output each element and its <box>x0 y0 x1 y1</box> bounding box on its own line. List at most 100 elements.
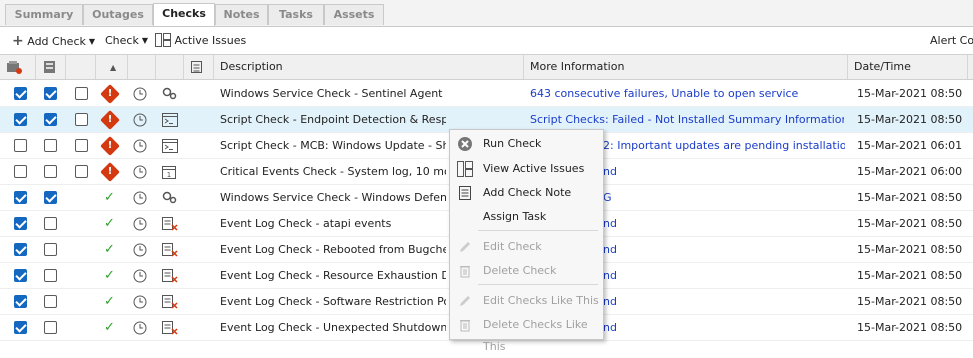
col-description[interactable]: Description <box>214 55 524 79</box>
menu-edit-checks-like-this[interactable]: Edit Checks Like This <box>450 290 603 312</box>
more-information-link[interactable]: nd <box>603 237 845 263</box>
svg-text:1: 1 <box>167 171 171 179</box>
tab-bar: Summary Outages Checks Notes Tasks Asset… <box>0 0 973 27</box>
alert-email-checkbox[interactable] <box>14 87 27 100</box>
trash-icon <box>460 320 470 332</box>
pencil-icon <box>460 296 470 306</box>
check-datetime: 15-Mar-2021 06:00 <box>857 165 963 178</box>
alert-device-checkbox[interactable] <box>44 295 57 308</box>
menu-separator <box>478 284 598 285</box>
menu-add-check-note[interactable]: Add Check Note <box>450 182 603 204</box>
check-description: Windows Service Check - Sentinel Agent <box>220 87 443 100</box>
col-alert-sms[interactable] <box>36 55 66 79</box>
menu-run-check[interactable]: Run Check <box>450 133 603 155</box>
flag-checkbox[interactable] <box>75 165 88 178</box>
alert-email-checkbox[interactable] <box>14 139 27 152</box>
check-datetime: 15-Mar-2021 08:50 <box>857 321 963 334</box>
menu-label: Edit Check <box>483 240 542 253</box>
alert-device-checkbox[interactable] <box>44 243 57 256</box>
alert-email-checkbox[interactable] <box>14 217 27 230</box>
alert-email-checkbox[interactable] <box>14 243 27 256</box>
tab-outages[interactable]: Outages <box>83 4 153 25</box>
table-header: ▲ Description More Information Date/Time <box>0 54 973 80</box>
alert-device-checkbox[interactable] <box>44 321 57 334</box>
more-information-link[interactable]: 643 consecutive failures, Unable to open… <box>530 81 844 107</box>
alert-email-checkbox[interactable] <box>14 113 27 126</box>
alert-device-checkbox[interactable] <box>44 191 57 204</box>
flag-checkbox[interactable] <box>75 87 88 100</box>
active-issues-button[interactable]: Active Issues <box>155 33 246 49</box>
script-console-icon <box>162 113 178 130</box>
add-check-button[interactable]: + Add Check ▼ <box>12 33 95 49</box>
tab-checks[interactable]: Checks <box>153 3 215 26</box>
menu-label: Run Check <box>483 137 542 150</box>
check-description: Event Log Check - Unexpected Shutdown <box>220 321 446 334</box>
add-check-label: Add Check <box>27 35 86 48</box>
menu-delete-checks-like-this[interactable]: Delete Checks Like This <box>450 314 603 353</box>
menu-label: Edit Checks Like This <box>483 294 599 307</box>
check-description: Event Log Check - atapi events <box>220 217 392 230</box>
col-flag[interactable] <box>66 55 96 79</box>
menu-edit-check[interactable]: Edit Check <box>450 236 603 258</box>
failure-warning-icon: ! <box>100 110 120 130</box>
schedule-clock-icon <box>133 191 147 208</box>
run-check-icon <box>458 137 472 151</box>
alert-device-checkbox[interactable] <box>44 165 57 178</box>
alert-email-checkbox[interactable] <box>14 269 27 282</box>
check-description: Windows Service Check - Windows Defender… <box>220 191 446 204</box>
check-description: Critical Events Check - System log, 10 m… <box>220 165 446 178</box>
chevron-down-icon: ▼ <box>88 37 96 46</box>
tab-tasks[interactable]: Tasks <box>268 4 324 25</box>
col-status-sort[interactable]: ▲ <box>96 55 128 79</box>
alert-device-checkbox[interactable] <box>44 217 57 230</box>
more-information-link[interactable]: 2: Important updates are pending install… <box>603 133 845 159</box>
col-more-information[interactable]: More Information <box>524 55 848 79</box>
schedule-clock-icon <box>133 139 147 156</box>
alert-email-checkbox[interactable] <box>14 165 27 178</box>
alert-email-checkbox[interactable] <box>14 191 27 204</box>
service-gear-icon <box>162 87 178 104</box>
check-description: Event Log Check - Software Restriction P… <box>220 295 446 308</box>
schedule-clock-icon <box>133 217 147 234</box>
alert-column-button[interactable]: Alert Colu <box>930 33 973 49</box>
context-menu: Run Check View Active Issues Add Check N… <box>449 129 604 353</box>
check-menu-button[interactable]: Check ▼ <box>105 33 148 49</box>
col-schedule[interactable] <box>128 55 156 79</box>
table-row[interactable]: ! Windows Service Check - Sentinel Agent 6… <box>0 81 973 107</box>
more-information-link[interactable]: G <box>603 185 845 211</box>
tab-notes[interactable]: Notes <box>215 4 268 25</box>
eventlog-x-icon <box>162 321 178 338</box>
note-icon <box>459 186 471 200</box>
menu-assign-task[interactable]: Assign Task <box>450 206 603 228</box>
calendar-icon: 1 <box>162 165 176 182</box>
more-information-link[interactable]: nd <box>603 263 845 289</box>
menu-view-active-issues[interactable]: View Active Issues <box>450 158 603 180</box>
eventlog-x-icon <box>162 269 178 286</box>
menu-label: View Active Issues <box>483 162 585 175</box>
failure-warning-icon: ! <box>100 162 120 182</box>
alert-email-checkbox[interactable] <box>14 295 27 308</box>
more-information-link[interactable]: nd <box>603 315 845 341</box>
more-information-link[interactable]: nd <box>603 211 845 237</box>
flag-checkbox[interactable] <box>75 139 88 152</box>
check-datetime: 15-Mar-2021 08:50 <box>857 87 963 100</box>
alert-device-checkbox[interactable] <box>44 139 57 152</box>
flag-checkbox[interactable] <box>75 113 88 126</box>
alert-email-checkbox[interactable] <box>14 321 27 334</box>
col-datetime[interactable]: Date/Time <box>848 55 968 79</box>
menu-delete-check[interactable]: Delete Check <box>450 260 603 282</box>
more-information-link[interactable]: nd <box>603 159 845 185</box>
alert-device-checkbox[interactable] <box>44 113 57 126</box>
tab-summary[interactable]: Summary <box>5 4 83 25</box>
col-type[interactable] <box>156 55 184 79</box>
schedule-clock-icon <box>133 165 147 182</box>
alert-device-checkbox[interactable] <box>44 269 57 282</box>
more-information-link[interactable]: nd <box>603 289 845 315</box>
alert-device-checkbox[interactable] <box>44 87 57 100</box>
check-description: Event Log Check - Rebooted from Bugcheck <box>220 243 446 256</box>
col-alert-email[interactable] <box>0 55 36 79</box>
col-notes[interactable] <box>184 55 214 79</box>
pass-check-icon: ✓ <box>104 320 115 335</box>
tab-assets[interactable]: Assets <box>324 4 384 25</box>
check-datetime: 15-Mar-2021 08:50 <box>857 269 963 282</box>
